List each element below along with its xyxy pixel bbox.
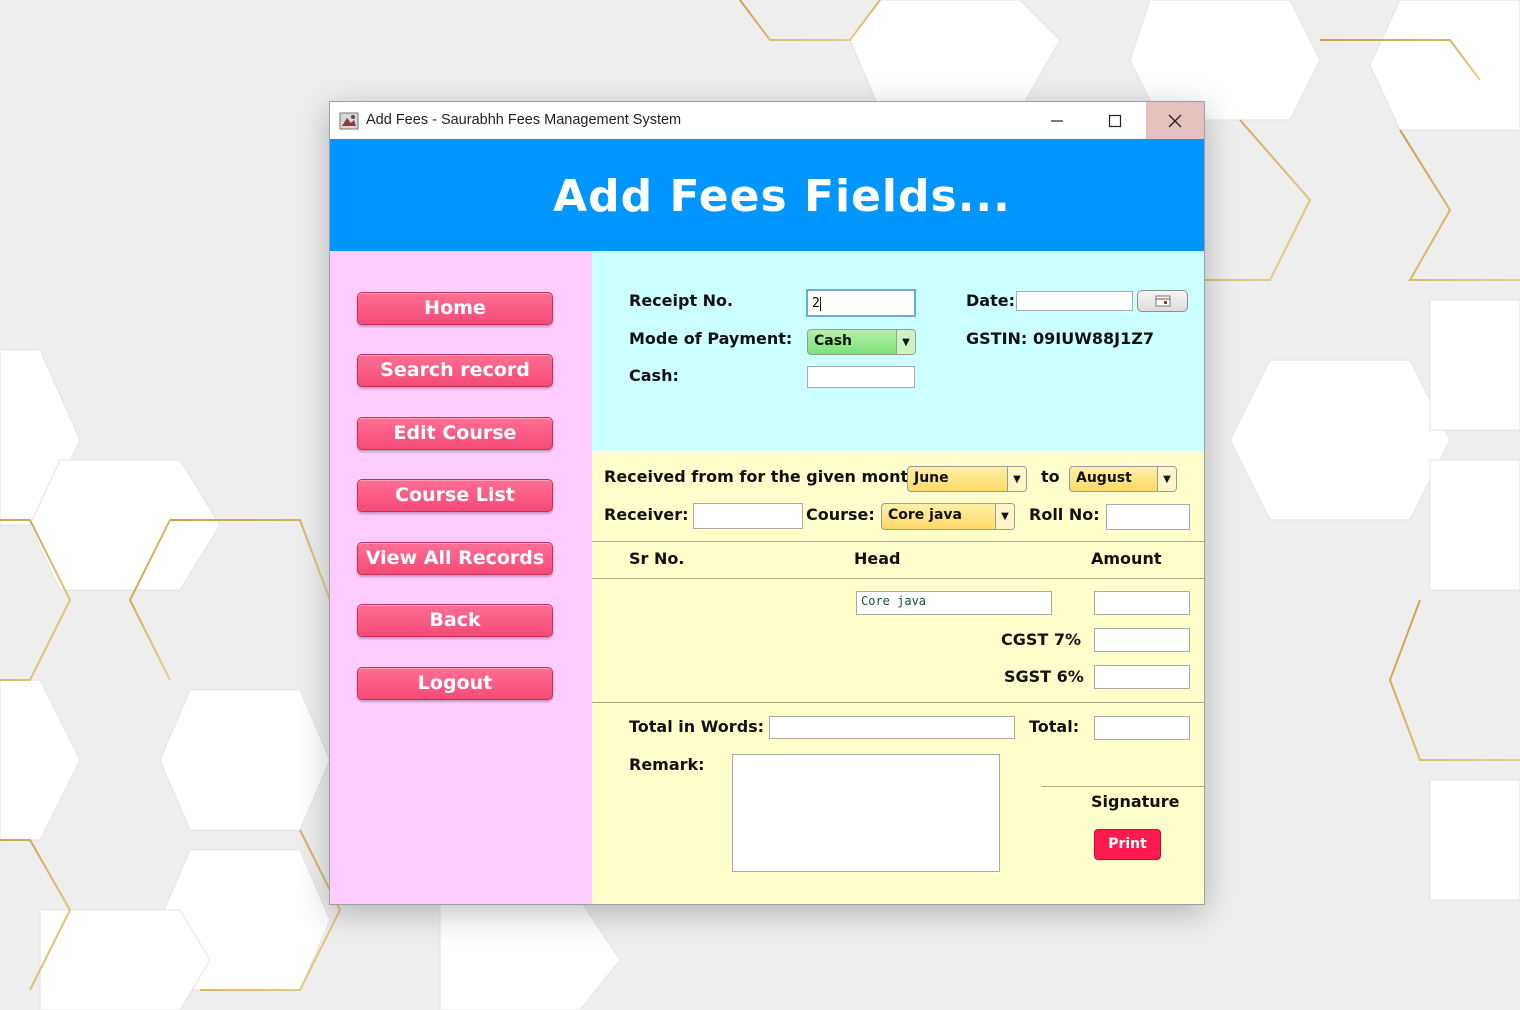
mode-of-payment-label: Mode of Payment: [629,329,793,348]
course-label: Course: [806,505,875,524]
table-top-divider [592,541,1204,542]
mode-of-payment-value: Cash [814,333,853,349]
head-header: Head [854,549,901,568]
to-month-select[interactable]: August ▼ [1069,466,1177,492]
total-in-words-label: Total in Words: [629,717,765,736]
table-bottom-divider [592,702,1204,703]
close-icon [1168,114,1182,127]
date-field[interactable] [1016,291,1133,311]
cash-label: Cash: [629,366,679,385]
maximize-button[interactable] [1086,102,1144,139]
mode-of-payment-select[interactable]: Cash ▼ [807,329,916,355]
date-label: Date: [966,291,1015,310]
to-label: to [1041,467,1060,486]
title-bar[interactable]: Add Fees - Saurabhh Fees Management Syst… [330,102,1204,139]
remark-label: Remark: [629,755,705,774]
fees-detail-panel: Received from for the given month June ▼… [592,451,1204,904]
view-all-records-button[interactable]: View All Records [357,542,553,575]
date-picker-button[interactable] [1137,290,1188,312]
receipt-no-label: Receipt No. [629,291,734,310]
roll-no-field[interactable] [1106,504,1190,530]
received-from-label: Received from for the given month [604,467,920,486]
add-fees-window: Add Fees - Saurabhh Fees Management Syst… [329,101,1205,905]
course-value: Core java [888,507,962,523]
receipt-panel: Receipt No. 2 Date: Mode of Payment: Cas… [592,251,1204,451]
receipt-no-value: 2 [812,296,820,311]
total-field[interactable] [1094,716,1190,740]
from-month-value: June [914,470,949,486]
amount-header: Amount [1091,549,1162,568]
dropdown-arrow-icon: ▼ [995,504,1014,529]
cgst-label: CGST 7% [1001,630,1082,649]
remark-textarea[interactable] [732,754,1000,872]
edit-course-button[interactable]: Edit Course [357,417,553,450]
gstin-label: GSTIN: [966,329,1028,348]
app-icon [339,112,359,130]
home-button[interactable]: Home [357,292,553,325]
page-header: Add Fees Fields... [330,139,1204,251]
page-title: Add Fees Fields... [553,171,1011,222]
table-header-divider [592,578,1204,579]
dropdown-arrow-icon: ▼ [1007,467,1026,491]
roll-no-label: Roll No: [1029,505,1100,524]
gstin-value: 09IUW88J1Z7 [1033,329,1154,348]
receiver-label: Receiver: [604,505,689,524]
course-list-button[interactable]: Course List [357,479,553,512]
minimize-button[interactable] [1028,102,1086,139]
total-label: Total: [1029,717,1080,736]
calendar-icon [1155,295,1170,307]
signature-line [1042,786,1204,787]
sgst-field[interactable] [1094,665,1190,689]
head-field[interactable]: Core java [856,591,1052,615]
close-button[interactable] [1146,102,1204,139]
cash-field[interactable] [807,366,915,388]
logout-button[interactable]: Logout [357,667,553,700]
receiver-field[interactable] [693,503,803,529]
sidebar: Home Search record Edit Course Course Li… [330,251,592,904]
signature-label: Signature [1091,792,1180,811]
cgst-field[interactable] [1094,628,1190,652]
sr-no-header: Sr No. [629,549,685,568]
print-button[interactable]: Print [1094,829,1161,860]
minimize-icon [1051,119,1063,122]
search-record-button[interactable]: Search record [357,354,553,387]
total-in-words-field[interactable] [769,716,1015,739]
from-month-select[interactable]: June ▼ [907,466,1027,492]
course-select[interactable]: Core java ▼ [881,503,1015,530]
back-button[interactable]: Back [357,604,553,637]
amount-field[interactable] [1094,591,1190,615]
maximize-icon [1108,114,1122,127]
dropdown-arrow-icon: ▼ [1157,467,1176,491]
dropdown-arrow-icon: ▼ [896,330,915,354]
window-title: Add Fees - Saurabhh Fees Management Syst… [366,112,682,128]
sgst-label: SGST 6% [1004,667,1084,686]
to-month-value: August [1076,470,1132,486]
receipt-no-field[interactable]: 2 [806,289,916,317]
